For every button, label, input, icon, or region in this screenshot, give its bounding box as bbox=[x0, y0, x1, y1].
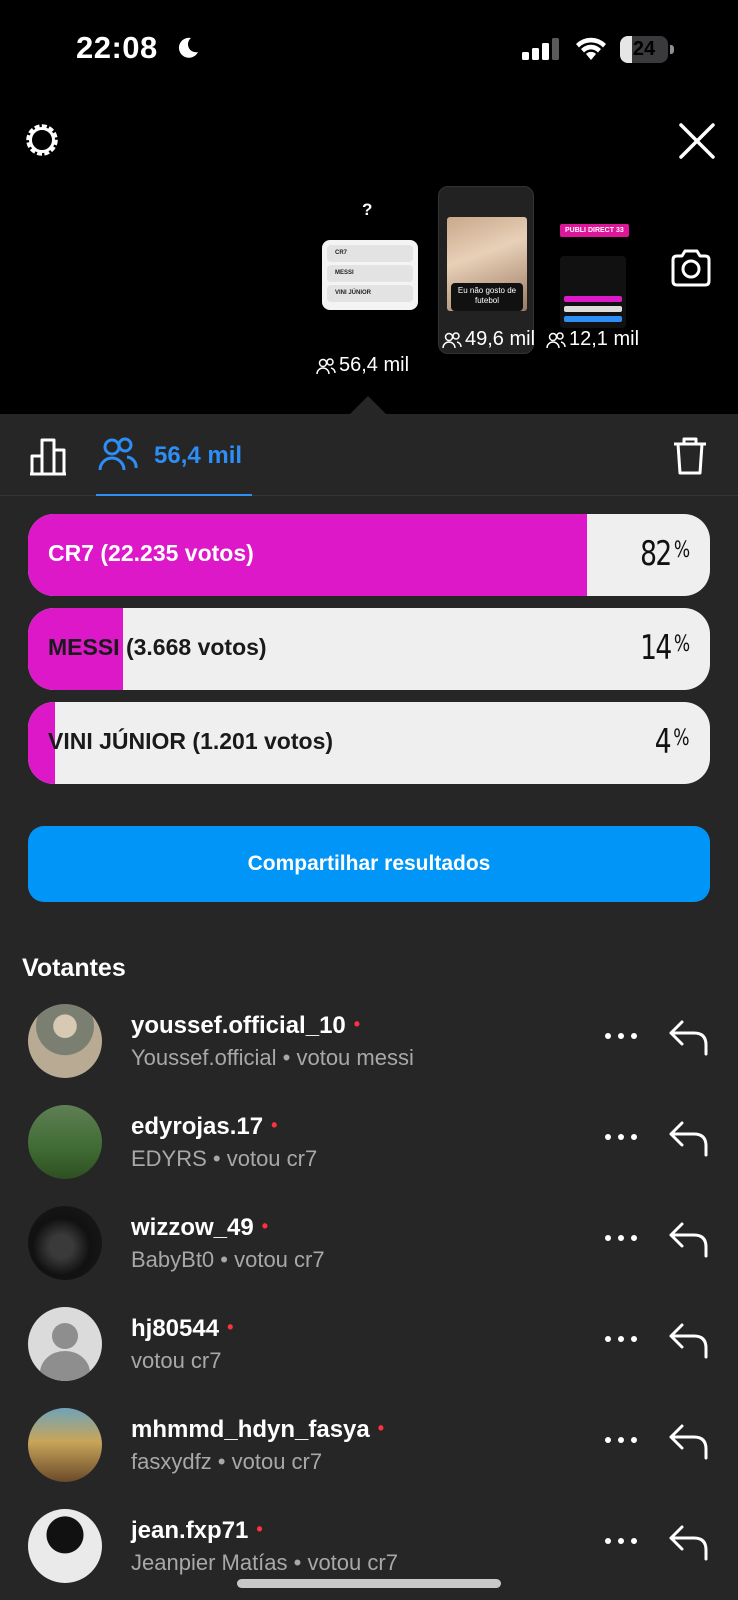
status-bar: 22:08 24 bbox=[0, 0, 738, 100]
voter-row[interactable]: mhmmd_hdyn_fasya • fasxydfz • votou cr7 bbox=[0, 1402, 738, 1502]
viewers-icon bbox=[442, 331, 462, 348]
trash-icon[interactable] bbox=[672, 436, 708, 476]
more-options-icon[interactable] bbox=[604, 1030, 638, 1042]
reply-icon[interactable] bbox=[668, 1521, 710, 1561]
more-options-icon[interactable] bbox=[604, 1333, 638, 1345]
voter-username: edyrojas.17 bbox=[131, 1113, 264, 1140]
voter-subtitle: Jeanpier Matías • votou cr7 bbox=[131, 1550, 398, 1575]
story-viewers-count: 56,4 mil bbox=[316, 354, 409, 377]
publi-preview bbox=[560, 256, 626, 328]
battery-level: 24 bbox=[632, 38, 656, 60]
voter-username: mhmmd_hdyn_fasya bbox=[131, 1416, 370, 1443]
online-dot: • bbox=[353, 1014, 361, 1034]
tab-voters[interactable]: 56,4 mil bbox=[96, 414, 252, 496]
poll-option-bar: CR7 (22.235 votos) 82% bbox=[28, 514, 710, 596]
more-options-icon[interactable] bbox=[604, 1131, 638, 1143]
voters-section-title: Votantes bbox=[22, 954, 126, 982]
thumb-poll-option: MESSI bbox=[327, 265, 413, 282]
reply-icon[interactable] bbox=[668, 1117, 710, 1157]
voter-row[interactable]: edyrojas.17 • EDYRS • votou cr7 bbox=[0, 1099, 738, 1199]
poll-option-bar: VINI JÚNIOR (1.201 votos) 4% bbox=[28, 702, 710, 784]
poll-option-bar: MESSI (3.668 votos) 14% bbox=[28, 608, 710, 690]
online-dot: • bbox=[271, 1115, 278, 1135]
settings-gear-icon[interactable] bbox=[22, 120, 62, 160]
poll-option-label: CR7 (22.235 votos) bbox=[48, 540, 254, 566]
voter-username: hj80544 bbox=[131, 1315, 220, 1342]
thumb-poll-option: CR7 bbox=[327, 245, 413, 262]
default-avatar-icon[interactable] bbox=[28, 1307, 102, 1381]
reply-icon[interactable] bbox=[668, 1420, 710, 1460]
video-caption: Eu não gosto de futebol bbox=[451, 283, 523, 311]
voter-username: youssef.official_10 bbox=[131, 1012, 346, 1039]
story-thumbnail-publi[interactable]: PUBLI DIRECT 33 bbox=[560, 216, 629, 328]
reply-icon[interactable] bbox=[668, 1319, 710, 1359]
publi-label: PUBLI DIRECT 33 bbox=[560, 224, 629, 237]
voter-row[interactable]: youssef.official_10 • Youssef.official • … bbox=[0, 998, 738, 1098]
poll-question-mark: ? bbox=[362, 200, 373, 219]
voters-icon bbox=[98, 437, 138, 471]
poll-option-label: VINI JÚNIOR (1.201 votos) bbox=[48, 728, 334, 754]
poll-option-percent: 14% bbox=[639, 628, 690, 668]
story-viewers-count: 12,1 mil bbox=[546, 328, 639, 351]
moon-icon bbox=[178, 37, 198, 58]
more-options-icon[interactable] bbox=[604, 1232, 638, 1244]
voter-subtitle: votou cr7 bbox=[131, 1348, 222, 1373]
poll-option-label: MESSI (3.668 votos) bbox=[48, 634, 267, 660]
thumb-poll-option: VINI JÚNIOR bbox=[327, 285, 413, 302]
avatar[interactable] bbox=[28, 1206, 102, 1280]
poll-option-percent: 82% bbox=[639, 534, 690, 574]
poll-results-panel: 56,4 mil CR7 (22.235 votos) 82% MESSI (3… bbox=[0, 414, 738, 1600]
online-dot: • bbox=[227, 1317, 234, 1337]
viewers-icon bbox=[546, 331, 566, 348]
voter-username: wizzow_49 bbox=[131, 1214, 254, 1241]
avatar[interactable] bbox=[28, 1408, 102, 1482]
voter-row[interactable]: wizzow_49 • BabyBt0 • votou cr7 bbox=[0, 1200, 738, 1300]
avatar[interactable] bbox=[28, 1004, 102, 1078]
voter-username: jean.fxp71 bbox=[131, 1517, 249, 1544]
poll-option-percent: 4% bbox=[655, 722, 690, 762]
status-time: 22:08 bbox=[76, 30, 158, 65]
reply-icon[interactable] bbox=[668, 1218, 710, 1258]
online-dot: • bbox=[377, 1418, 385, 1438]
viewers-icon bbox=[316, 357, 336, 374]
voter-row[interactable]: hj80544 • votou cr7 bbox=[0, 1301, 738, 1401]
story-thumbnail-poll[interactable]: CR7 MESSI VINI JÚNIOR bbox=[322, 240, 418, 310]
more-options-icon[interactable] bbox=[604, 1434, 638, 1446]
voters-count: 56,4 mil bbox=[154, 442, 243, 469]
home-indicator[interactable] bbox=[237, 1579, 501, 1588]
reply-icon[interactable] bbox=[668, 1016, 710, 1056]
online-dot: • bbox=[256, 1519, 263, 1539]
avatar[interactable] bbox=[28, 1105, 102, 1179]
tab-bar: 56,4 mil bbox=[0, 414, 738, 496]
share-results-button[interactable]: Compartilhar resultados bbox=[28, 826, 710, 902]
voter-subtitle: Youssef.official • votou messi bbox=[131, 1045, 414, 1070]
camera-icon[interactable] bbox=[669, 248, 713, 288]
wifi-icon bbox=[576, 37, 606, 60]
voter-subtitle: EDYRS • votou cr7 bbox=[131, 1146, 318, 1171]
voter-subtitle: BabyBt0 • votou cr7 bbox=[131, 1247, 325, 1272]
bar-chart-icon[interactable] bbox=[28, 436, 68, 476]
online-dot: • bbox=[261, 1216, 269, 1236]
more-options-icon[interactable] bbox=[604, 1535, 638, 1547]
close-icon[interactable] bbox=[678, 122, 716, 160]
cellular-signal-icon bbox=[522, 38, 559, 60]
voter-subtitle: fasxydfz • votou cr7 bbox=[131, 1449, 323, 1474]
battery-icon: 24 bbox=[620, 36, 674, 63]
story-viewers-count: 49,6 mil bbox=[442, 328, 535, 351]
avatar[interactable] bbox=[28, 1509, 102, 1583]
selected-story-pointer bbox=[350, 396, 386, 414]
